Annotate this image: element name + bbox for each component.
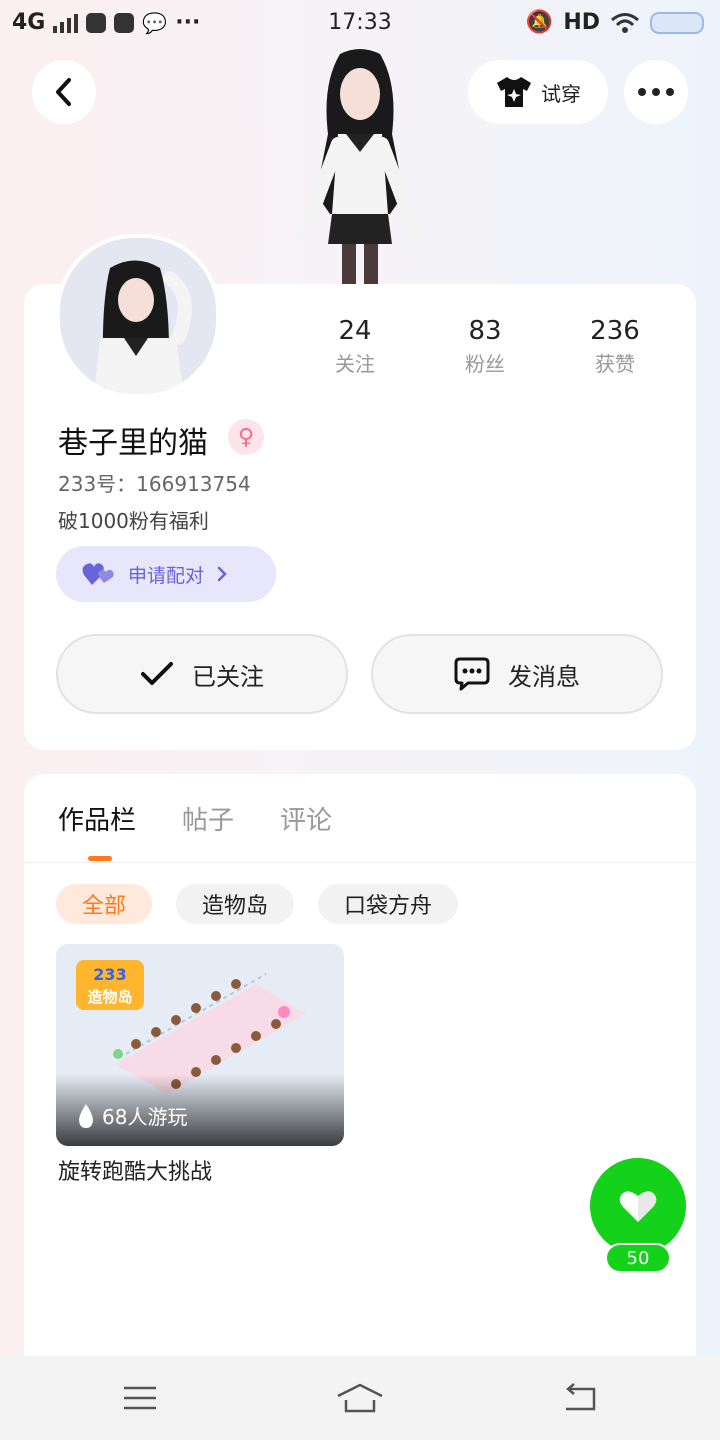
user-id: 233号：166913754 — [58, 472, 251, 496]
tab-divider — [24, 862, 696, 863]
following-label: 已关注 — [192, 662, 264, 691]
tab-works[interactable]: 作品栏 — [58, 800, 136, 837]
filter-creation-island[interactable]: 造物岛 — [176, 884, 295, 924]
like-button[interactable] — [590, 1158, 686, 1254]
stat-number: 24 — [338, 316, 372, 346]
play-count-text: 68人游玩 — [102, 1105, 188, 1129]
hd-label: HD — [563, 10, 600, 35]
following-button[interactable]: 已关注 — [56, 634, 348, 714]
back-nav-button[interactable] — [550, 1374, 610, 1422]
dot — [652, 88, 660, 96]
status-right: 🔕 HD — [526, 10, 704, 35]
dot — [666, 88, 674, 96]
stat-number: 83 — [468, 316, 502, 346]
stat-following[interactable]: 24 关注 — [290, 316, 420, 377]
send-message-button[interactable]: 发消息 — [371, 634, 663, 714]
mute-bell-icon: 🔕 — [525, 10, 554, 35]
system-nav-bar — [0, 1356, 720, 1440]
avatar-3d-model[interactable] — [280, 44, 440, 284]
request-pair-label: 申请配对 — [128, 564, 205, 587]
try-on-button[interactable]: 试穿 — [468, 60, 608, 124]
avatar-image — [60, 238, 216, 394]
dot — [638, 88, 646, 96]
creation-island-logo: 233 造物岛 — [76, 960, 144, 1010]
filter-chips: 全部 造物岛 口袋方舟 — [56, 884, 459, 924]
user-bio: 破1000粉有福利 — [58, 509, 209, 533]
works-tabs: 作品栏 帖子 评论 — [58, 800, 332, 837]
return-icon — [566, 1383, 596, 1411]
stat-label: 获赞 — [595, 352, 635, 376]
tab-comments[interactable]: 评论 — [280, 800, 332, 837]
game-title[interactable]: 旋转跑酷大挑战 — [58, 1154, 212, 1186]
play-count: 68人游玩 — [76, 1101, 187, 1130]
active-tab-indicator — [88, 856, 112, 861]
hearts-icon — [82, 563, 114, 585]
filter-all[interactable]: 全部 — [56, 884, 153, 924]
wifi-icon — [611, 12, 639, 33]
back-button[interactable] — [32, 60, 96, 124]
stat-number: 236 — [590, 316, 640, 346]
stat-followers[interactable]: 83 粉丝 — [420, 316, 550, 377]
home-icon — [337, 1383, 383, 1413]
female-gender-icon: ♀ — [228, 419, 264, 455]
filter-pocket-ark[interactable]: 口袋方舟 — [318, 884, 459, 924]
stat-label: 粉丝 — [465, 352, 505, 376]
checkmark-icon — [141, 662, 173, 685]
svg-text:造物岛: 造物岛 — [87, 988, 132, 1006]
tshirt-icon — [497, 77, 531, 107]
request-pair-button[interactable]: 申请配对 — [56, 546, 276, 602]
game-thumbnail[interactable]: 233 造物岛 68人游玩 — [56, 944, 344, 1146]
chat-bubble-icon — [454, 657, 490, 691]
try-on-label: 试穿 — [541, 81, 581, 106]
more-options-button[interactable] — [624, 60, 688, 124]
battery-icon — [650, 11, 704, 34]
chevron-right-icon — [217, 566, 227, 582]
svg-text:233: 233 — [93, 965, 126, 984]
home-button[interactable] — [330, 1374, 390, 1422]
status-bar: 4G 💬 ··· 17:33 🔕 HD — [0, 0, 720, 48]
flame-icon — [79, 1103, 93, 1128]
username: 巷子里的猫 — [58, 426, 208, 461]
like-count: 50 — [605, 1243, 671, 1273]
avatar[interactable] — [56, 234, 220, 398]
chevron-left-icon — [56, 78, 71, 106]
hamburger-icon — [124, 1386, 156, 1410]
menu-button[interactable] — [110, 1374, 170, 1422]
profile-stats: 24 关注 83 粉丝 236 获赞 — [290, 316, 680, 377]
stat-label: 关注 — [335, 352, 375, 376]
heart-icon — [619, 1191, 657, 1222]
stat-likes[interactable]: 236 获赞 — [550, 316, 680, 377]
send-message-label: 发消息 — [508, 662, 580, 691]
tab-posts[interactable]: 帖子 — [182, 800, 234, 837]
